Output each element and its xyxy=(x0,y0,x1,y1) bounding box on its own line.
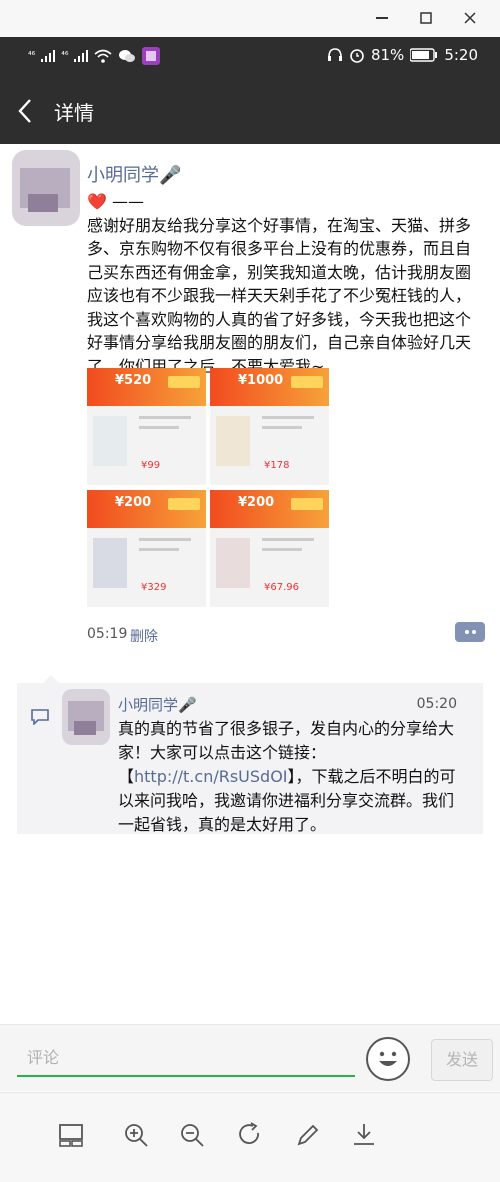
comment-text: 真的真的节省了很多银子，发自内心的分享给大家！大家可以点击这个链接：【http:… xyxy=(118,719,456,834)
more-options-button[interactable] xyxy=(455,622,485,642)
post-text: ❤️ —— 感谢好朋友给我分享这个好事情，在淘宝、天猫、拼多多、京东购物不仅有很… xyxy=(87,192,472,376)
post-image-2[interactable]: ¥1000 ¥178 xyxy=(210,368,329,485)
post-image-4[interactable]: ¥200 ¥67.96 xyxy=(210,490,329,607)
delete-button[interactable]: 删除 xyxy=(130,626,158,646)
emoji-icon xyxy=(379,1051,397,1066)
battery-icon xyxy=(410,48,438,62)
headset-icon xyxy=(327,48,342,61)
author-avatar[interactable] xyxy=(12,150,80,226)
signal-icon xyxy=(41,50,56,62)
send-button[interactable]: 发送 xyxy=(431,1039,493,1081)
signal-label-1: ⁴⁶ xyxy=(28,51,36,61)
back-button[interactable] xyxy=(16,97,40,125)
status-bar: ⁴⁶ ⁴⁶ 81% 5:20 xyxy=(0,37,500,77)
comment-link[interactable]: http://t.cn/RsUSdOI xyxy=(134,767,288,786)
post-image-grid: ¥520 ¥99 ¥1000 ¥178 ¥200 ¥329 ¥200 ¥67.9… xyxy=(87,368,331,608)
nav-bar: 详情 xyxy=(0,77,500,144)
comment-icon xyxy=(31,709,49,729)
wechat-icon xyxy=(119,50,136,62)
signal-label-2: ⁴⁶ xyxy=(61,51,69,61)
maximize-icon[interactable] xyxy=(412,6,440,30)
chevron-left-icon xyxy=(18,99,31,123)
emoji-button[interactable] xyxy=(366,1037,410,1081)
close-icon[interactable] xyxy=(456,6,484,30)
layout-icon[interactable] xyxy=(57,1121,85,1149)
alarm-icon xyxy=(350,49,364,63)
clock: 5:20 xyxy=(444,46,478,64)
post-author-name[interactable]: 小明同学🎤 xyxy=(87,161,181,187)
download-icon[interactable] xyxy=(350,1121,378,1149)
post-time: 05:19 xyxy=(87,626,128,642)
zoom-out-icon[interactable] xyxy=(178,1121,206,1149)
commenter-avatar[interactable] xyxy=(62,689,110,745)
comment-author-name[interactable]: 小明同学🎤 xyxy=(118,694,197,715)
minimize-icon[interactable] xyxy=(368,6,396,30)
post-image-1[interactable]: ¥520 ¥99 xyxy=(87,368,206,485)
comment-section: 小明同学🎤 05:20 真的真的节省了很多银子，发自内心的分享给大家！大家可以点… xyxy=(17,675,483,834)
page-title: 详情 xyxy=(54,101,94,125)
wifi-icon xyxy=(94,49,112,63)
signal-icon-2 xyxy=(74,50,89,62)
viewer-toolbar xyxy=(0,1092,500,1182)
battery-percentage: 81% xyxy=(370,46,405,64)
post-image-3[interactable]: ¥200 ¥329 xyxy=(87,490,206,607)
window-title-bar xyxy=(0,0,500,37)
comment-input[interactable]: 评论 xyxy=(17,1039,355,1077)
comment-time: 05:20 xyxy=(416,696,457,712)
app-icon xyxy=(142,47,161,65)
zoom-in-icon[interactable] xyxy=(122,1121,150,1149)
rotate-icon[interactable] xyxy=(236,1121,264,1149)
comment-input-bar: 评论 发送 xyxy=(0,1024,500,1091)
edit-icon[interactable] xyxy=(294,1121,322,1149)
